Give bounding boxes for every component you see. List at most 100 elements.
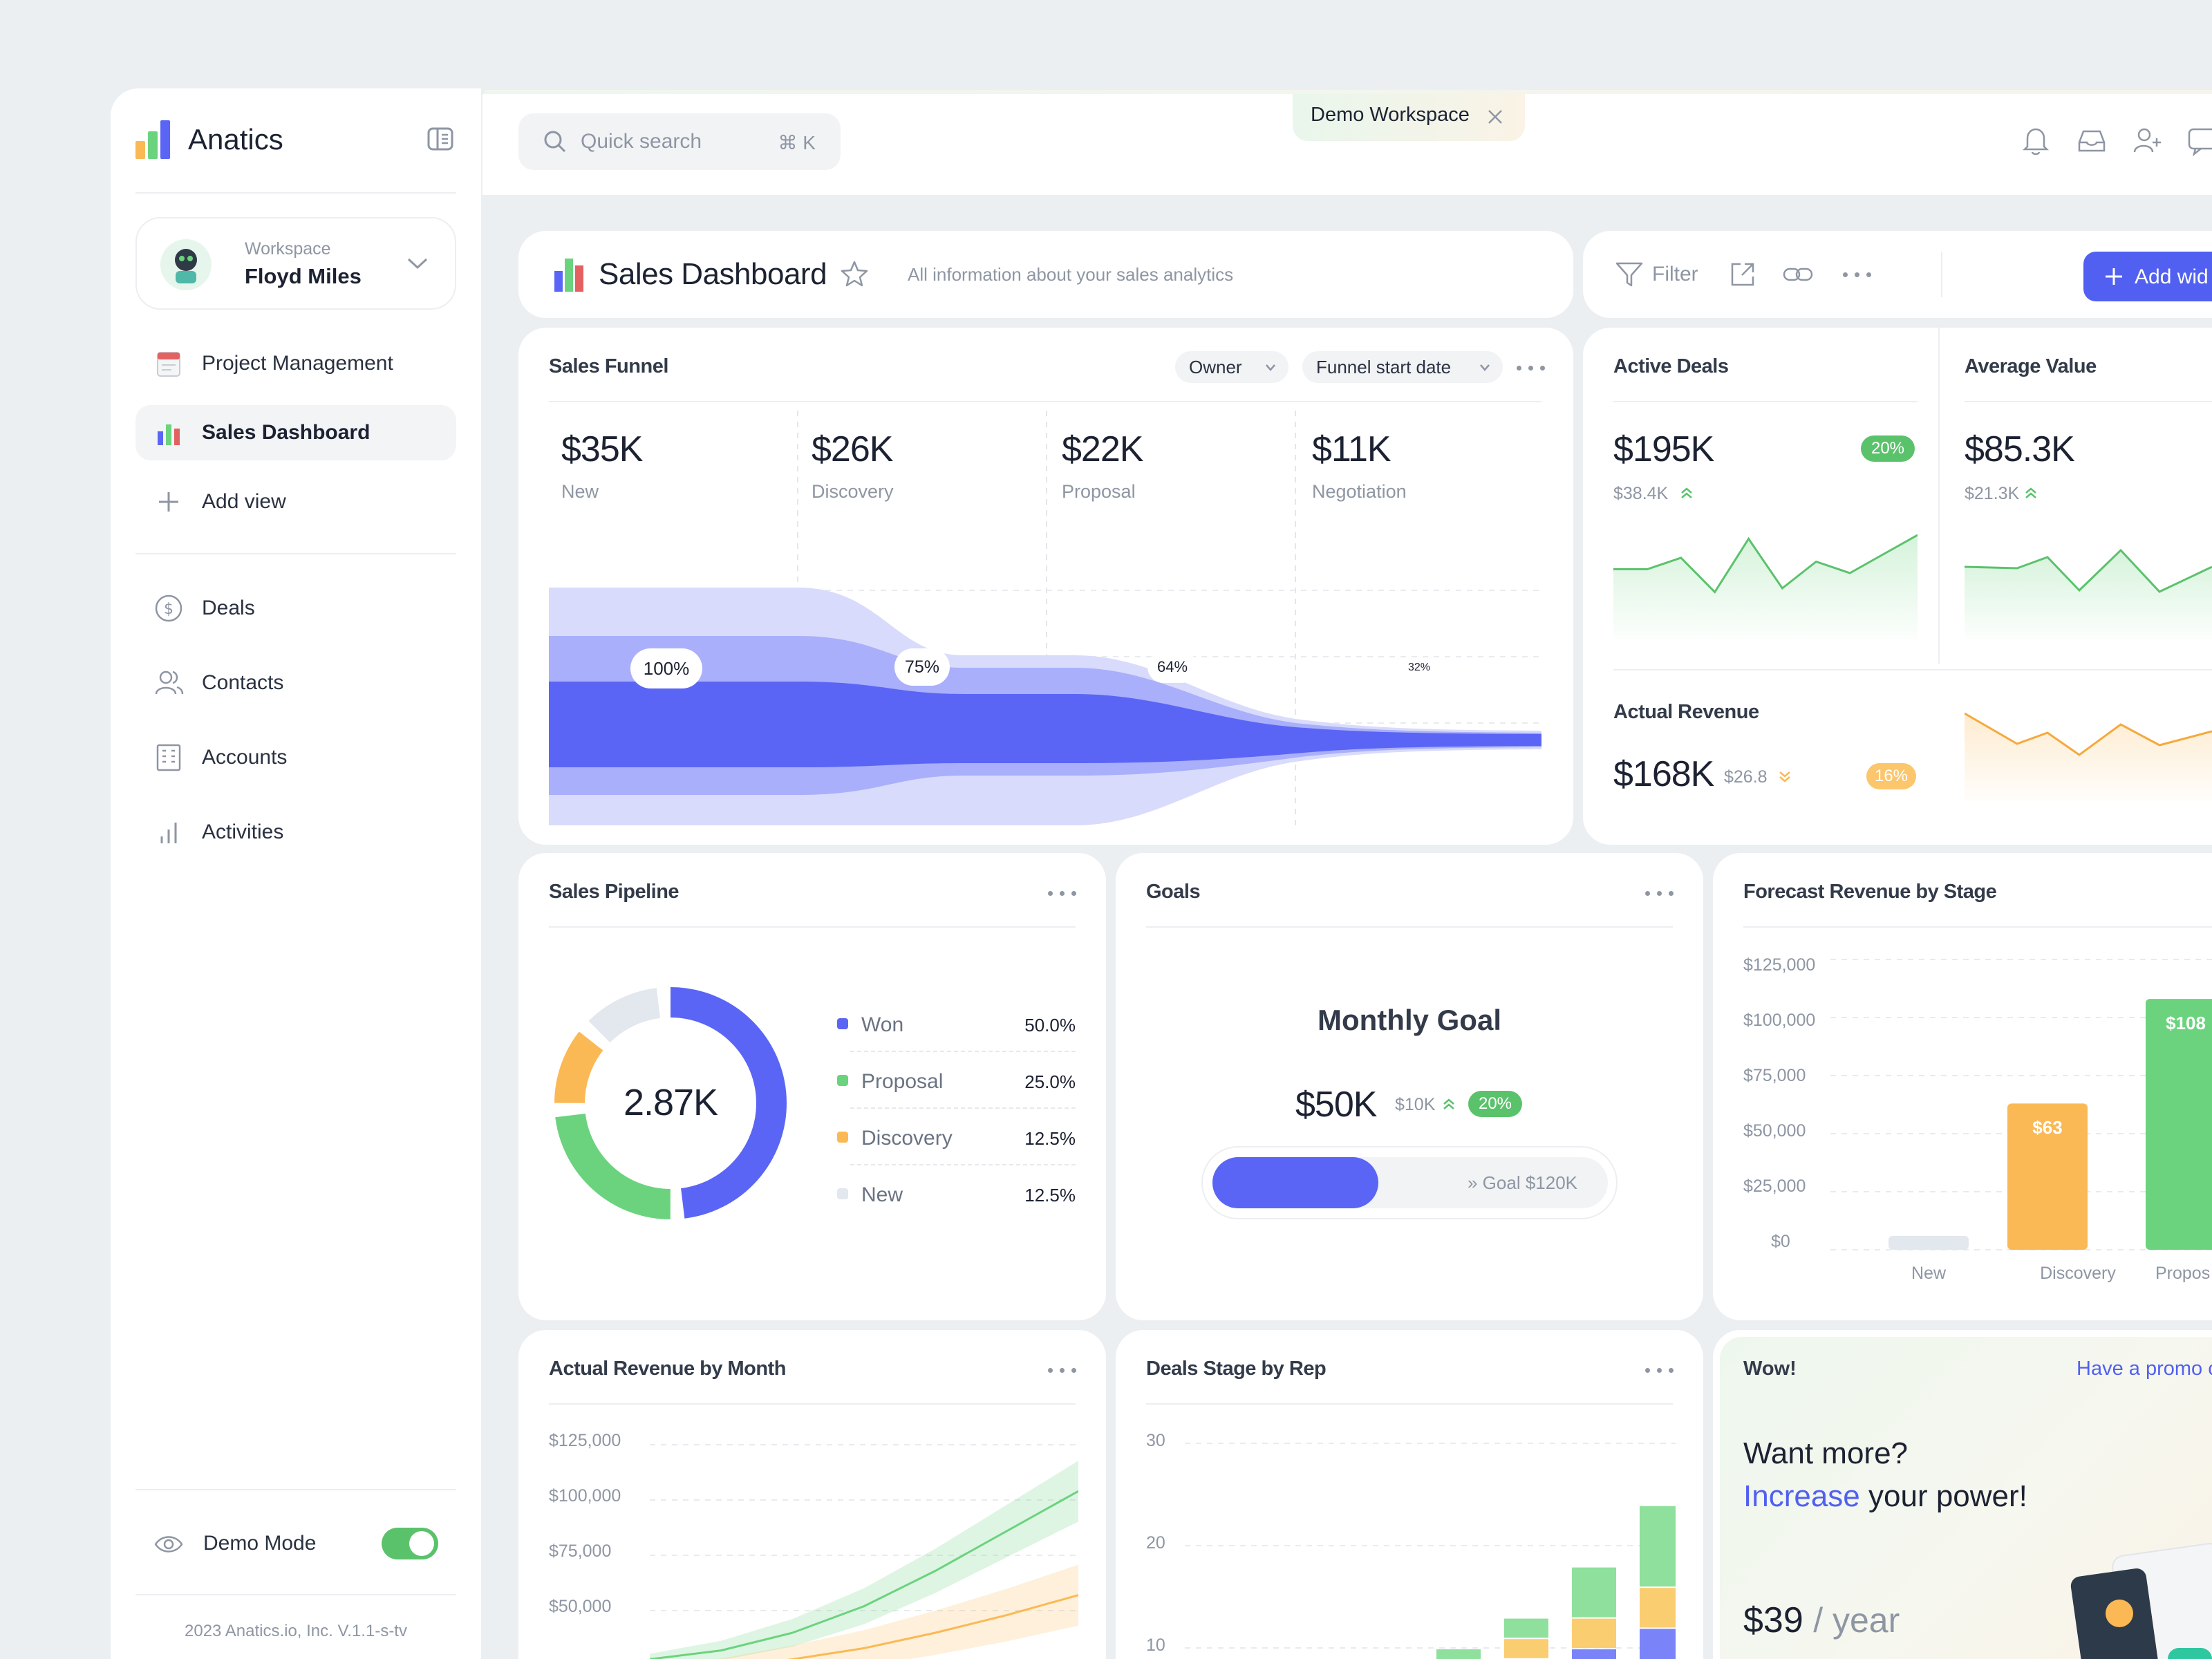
sidebar-divider [135, 192, 456, 194]
card-divider [1146, 1403, 1673, 1405]
funnel-pct-label: 64% [1147, 651, 1197, 683]
sidebar-divider [135, 1489, 456, 1490]
sidebar-item-label: Sales Dashboard [202, 421, 371, 444]
more-options-icon[interactable] [1047, 888, 1078, 899]
card-divider [1146, 926, 1673, 928]
more-options-icon[interactable] [1841, 269, 1873, 280]
sidebar-item-label: Activities [202, 821, 284, 843]
more-options-icon[interactable] [1644, 1365, 1676, 1376]
stacked-bar-segment [1504, 1639, 1548, 1658]
help-chat-icon[interactable] [2187, 126, 2212, 156]
price-period: / year [1813, 1601, 1900, 1640]
goal-progress-track: » Goal $120K [1201, 1146, 1618, 1219]
owner-filter-dropdown[interactable]: Owner [1175, 351, 1288, 383]
star-icon[interactable] [841, 260, 868, 288]
sales-funnel-card: Sales Funnel Owner Funnel start date $35… [518, 328, 1573, 845]
plus-icon [153, 487, 184, 517]
calendar-icon [153, 348, 184, 379]
funnel-pct-label: 75% [894, 648, 950, 686]
forecast-revenue-card: Forecast Revenue by Stage $125,000 $100,… [1713, 853, 2212, 1320]
more-options-icon[interactable] [1047, 1365, 1078, 1376]
y-tick-label: $75,000 [1743, 1066, 1806, 1085]
page-title: Sales Dashboard [599, 257, 827, 291]
forecast-bar-chart [1830, 959, 2212, 1250]
sidebar-item-contacts[interactable]: Contacts [135, 655, 456, 711]
y-tick-label: 30 [1146, 1431, 1165, 1450]
page-subtitle: All information about your sales analyti… [908, 264, 1234, 285]
card-title: Deals Stage by Rep [1146, 1358, 1327, 1380]
y-tick-label: $100,000 [1743, 1011, 1816, 1030]
sidebar-item-add-view[interactable]: Add view [135, 474, 456, 529]
kpi-card: Active Deals $195K 20% $38.4K Average Va… [1583, 328, 2212, 845]
collapse-sidebar-icon[interactable] [427, 127, 453, 151]
more-options-icon[interactable] [1644, 888, 1676, 899]
close-icon[interactable] [1486, 108, 1504, 126]
eye-icon [153, 1530, 184, 1558]
promo-illustration [2064, 1537, 2212, 1659]
promo-line-2: Increase your power! [1743, 1479, 2027, 1514]
sidebar-item-activities[interactable]: Activities [135, 805, 456, 860]
workspace-name: Floyd Miles [245, 264, 362, 288]
stacked-bar-segment [1640, 1506, 1676, 1587]
users-icon [153, 668, 184, 698]
workspace-switcher[interactable]: Workspace Floyd Miles [135, 217, 456, 310]
sidebar-divider [135, 553, 456, 554]
card-title: Goals [1146, 881, 1201, 903]
dashboard-toolbar: Filter Add wid [1583, 231, 2212, 318]
stacked-bar-segment [1640, 1629, 1676, 1659]
x-tick-label: New [1911, 1264, 1946, 1283]
chevron-down-icon [406, 256, 429, 271]
promo-card: Wow! Have a promo c Want more? Increase … [1713, 1330, 2212, 1659]
y-tick-label: $50,000 [549, 1597, 612, 1616]
sidebar-item-label: Contacts [202, 671, 284, 694]
actual-revenue-sub: $26.8 [1724, 767, 1768, 787]
inbox-icon[interactable] [2077, 127, 2107, 155]
search-placeholder: Quick search [581, 130, 702, 153]
average-value-sparkline [1965, 548, 2212, 639]
y-tick-label: $50,000 [1743, 1121, 1806, 1141]
legend-item: Proposal 25.0% [836, 1053, 1076, 1109]
sidebar-item-deals[interactable]: $ Deals [135, 581, 456, 636]
workspace-tag: Demo Workspace [1293, 94, 1525, 141]
avatar [160, 239, 212, 290]
bar [2146, 999, 2212, 1250]
trend-up-icon [1681, 487, 1692, 498]
card-divider [1613, 401, 1918, 402]
demo-mode-toggle[interactable] [382, 1528, 438, 1559]
filter-button[interactable]: Filter [1652, 263, 1698, 286]
promo-price: $39 / year [1743, 1600, 1900, 1641]
legend-item: Won 50.0% [836, 997, 1076, 1052]
add-user-icon[interactable] [2132, 126, 2162, 156]
add-widget-label: Add wid [2135, 265, 2209, 288]
sidebar-item-sales-dashboard[interactable]: Sales Dashboard [135, 405, 456, 460]
card-divider [1613, 669, 2212, 671]
funnel-pct-label: 100% [630, 648, 702, 688]
funnel-chart [549, 411, 1541, 825]
link-icon[interactable] [1782, 260, 1814, 289]
search-icon [543, 130, 567, 153]
bar-value-label: $63 [2032, 1117, 2063, 1138]
trend-down-icon [1779, 771, 1790, 782]
goal-sub: $10K [1395, 1095, 1436, 1114]
price-amount: $39 [1743, 1600, 1803, 1640]
legend-item: New 12.5% [836, 1167, 1076, 1222]
goal-progress-fill [1212, 1157, 1378, 1208]
kpi-separator [1938, 328, 1940, 664]
notification-bell-icon[interactable] [2021, 126, 2050, 156]
workspace-caption: Workspace [245, 239, 331, 259]
sidebar-item-accounts[interactable]: Accounts [135, 730, 456, 785]
sidebar-item-project-management[interactable]: Project Management [135, 336, 456, 391]
search-input[interactable]: Quick search ⌘ K [518, 113, 841, 170]
svg-text:$: $ [164, 601, 174, 618]
funnel-date-filter-dropdown[interactable]: Funnel start date [1302, 351, 1503, 383]
owner-filter-label: Owner [1189, 357, 1242, 377]
card-divider [549, 926, 1076, 928]
app-logo-icon [135, 120, 173, 159]
stacked-bar-segment [1572, 1567, 1616, 1618]
promo-code-link[interactable]: Have a promo c [2077, 1358, 2212, 1380]
bar-chart-icon [153, 418, 184, 448]
bar [1888, 1235, 1969, 1250]
export-icon[interactable] [1728, 260, 1757, 289]
more-options-icon[interactable] [1515, 362, 1547, 373]
add-widget-button[interactable]: Add wid [2083, 252, 2212, 301]
